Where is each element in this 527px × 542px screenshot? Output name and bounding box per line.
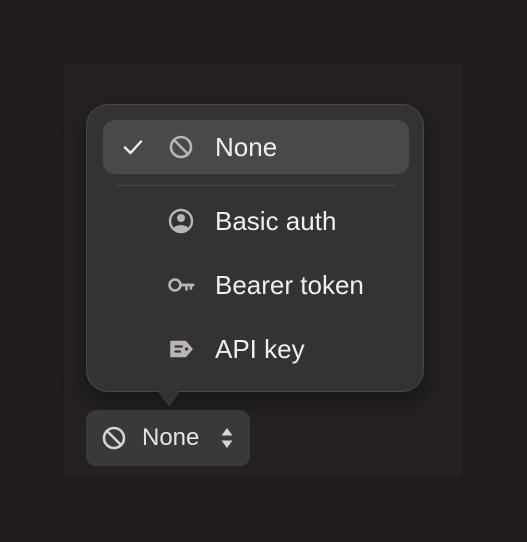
menu-item-bearer-token[interactable]: Bearer token bbox=[103, 258, 409, 312]
menu-item-api-key[interactable]: API key bbox=[103, 322, 409, 376]
auth-type-menu: None Basic auth Bearer token API key bbox=[86, 104, 424, 392]
menu-item-label: None bbox=[215, 132, 278, 162]
select-value: None bbox=[142, 424, 200, 451]
menu-item-none[interactable]: None bbox=[103, 120, 409, 174]
menu-pointer bbox=[158, 390, 180, 404]
key-icon bbox=[168, 278, 195, 292]
none-icon bbox=[102, 426, 126, 450]
menu-divider bbox=[117, 185, 395, 186]
menu-item-label: Basic auth bbox=[215, 206, 337, 236]
checkmark-icon bbox=[123, 140, 143, 155]
user-circle-icon bbox=[168, 208, 194, 234]
none-icon bbox=[169, 135, 193, 159]
menu-item-label: Bearer token bbox=[215, 270, 364, 300]
chevron-up-down-icon bbox=[221, 428, 233, 448]
tag-icon bbox=[170, 340, 193, 358]
menu-item-label: API key bbox=[215, 334, 305, 364]
auth-type-select[interactable]: None bbox=[86, 410, 250, 466]
menu-item-basic-auth[interactable]: Basic auth bbox=[103, 194, 409, 248]
